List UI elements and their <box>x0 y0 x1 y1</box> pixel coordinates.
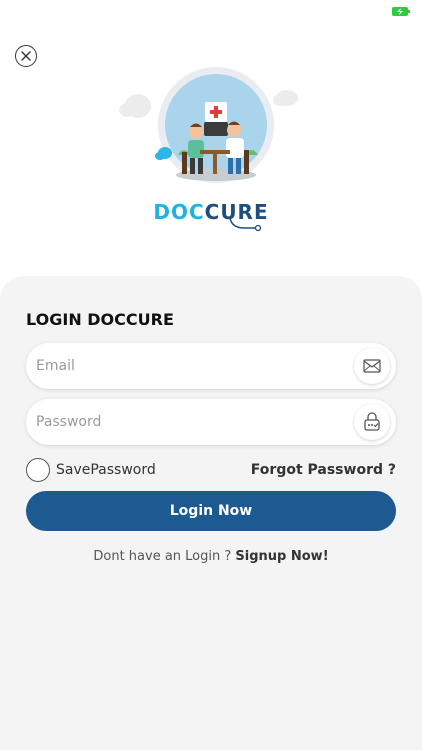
login-title: LOGIN DOCCURE <box>26 310 174 329</box>
mail-icon <box>363 359 381 373</box>
password-field <box>26 399 396 445</box>
signup-row: Dont have an Login ? Signup Now! <box>0 549 422 564</box>
email-icon-button <box>354 348 390 384</box>
save-password-row: SavePassword Forgot Password ? <box>26 458 396 484</box>
signup-prompt: Dont have an Login ? <box>93 549 232 564</box>
email-input[interactable] <box>36 343 346 389</box>
brand-part-doc: DOC <box>153 200 205 224</box>
signup-link[interactable]: Signup Now! <box>235 549 328 564</box>
login-card: LOGIN DOCCURE Email SavePassword Forgot … <box>0 276 422 750</box>
save-password-checkbox[interactable] <box>26 458 50 482</box>
password-input[interactable] <box>36 399 346 445</box>
save-password-label: SavePassword <box>56 462 156 478</box>
email-field <box>26 343 396 389</box>
forgot-password-link[interactable]: Forgot Password ? <box>251 462 396 478</box>
login-button[interactable]: Login Now <box>26 491 396 531</box>
lock-icon <box>364 412 380 431</box>
status-bar <box>0 0 422 24</box>
stethoscope-icon <box>229 218 262 232</box>
brand-logo: DOCCURE <box>0 200 422 224</box>
login-screen: DOCCURE LOGIN DOCCURE Email SavePassword… <box>0 0 422 750</box>
battery-charging-icon <box>392 7 410 16</box>
password-icon-button <box>354 404 390 440</box>
